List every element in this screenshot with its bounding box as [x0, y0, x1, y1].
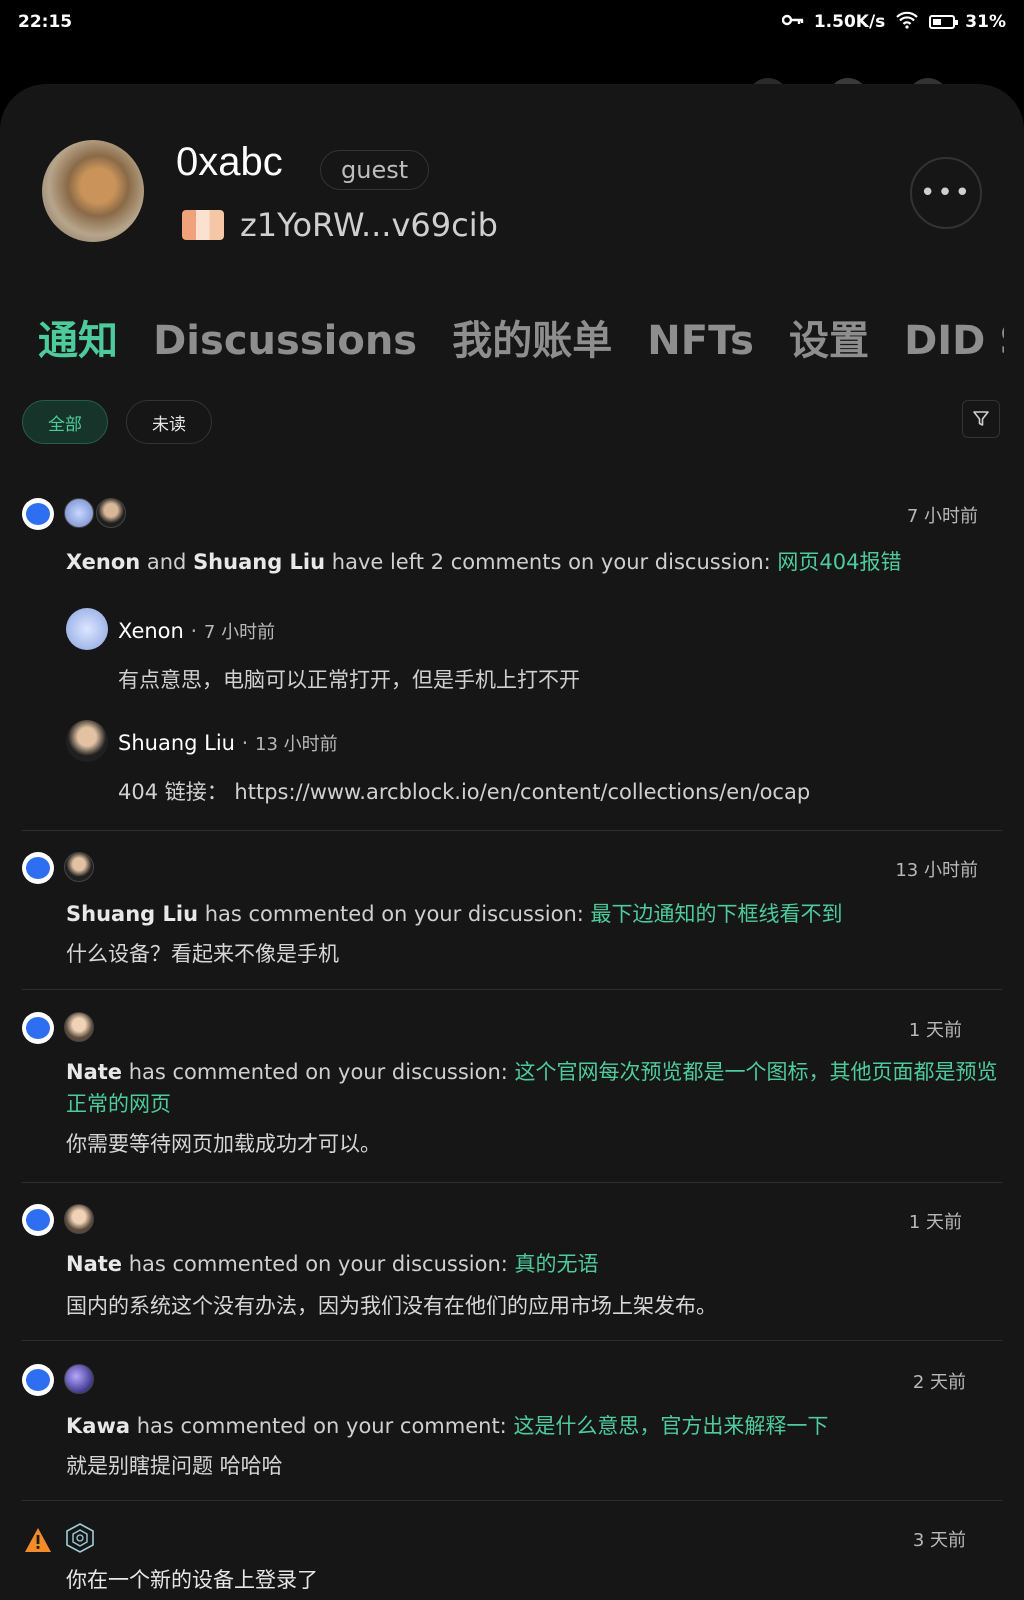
user-avatar[interactable] [42, 140, 144, 242]
notification-message: Kawa has commented on your comment: 这是什么… [66, 1414, 829, 1438]
tab-nfts[interactable]: NFTs [647, 318, 754, 364]
avatar [96, 498, 126, 528]
notification-item[interactable]: 1 天前 Nate has commented on your discussi… [22, 1004, 1002, 1183]
timestamp: 2 天前 [912, 1372, 966, 1393]
profile-tabs: 通知 Discussions 我的账单 NFTs 设置 DID Spa [38, 308, 1004, 366]
comment-link[interactable]: 这是什么意思，官方出来解释一下 [513, 1414, 828, 1438]
timestamp: 1 天前 [908, 1212, 962, 1233]
tab-notifications[interactable]: 通知 [38, 308, 118, 366]
notification-message-cont: 正常的网页 [66, 1092, 171, 1116]
comment-bubble-icon [22, 498, 54, 530]
filter-all-chip[interactable]: 全部 [22, 400, 108, 444]
notification-message: Xenon and Shuang Liu have left 2 comment… [66, 550, 902, 574]
notification-item[interactable]: 3 天前 你在一个新的设备上登录了 [22, 1522, 1002, 1600]
notification-item[interactable]: 1 天前 Nate has commented on your discussi… [22, 1196, 1002, 1341]
comment-bubble-icon [22, 1012, 54, 1044]
key-icon [781, 12, 804, 32]
battery-level: 31% [965, 12, 1006, 32]
discussion-link[interactable]: 最下边通知的下框线看不到 [591, 902, 843, 926]
did-address[interactable]: z1YoRW...v69cib [240, 206, 498, 244]
avatar [64, 1204, 94, 1234]
filter-unread-chip[interactable]: 未读 [126, 400, 212, 444]
battery-icon [929, 15, 959, 29]
comment-text: 就是别瞎提问题 哈哈哈 [66, 1454, 283, 1478]
tab-billing[interactable]: 我的账单 [452, 308, 612, 366]
timestamp: 13 小时前 [895, 860, 978, 881]
wifi-icon [895, 11, 919, 34]
reply-header: Xenon · 7 小时前 [118, 619, 276, 643]
clock: 22:15 [18, 12, 73, 32]
divider [22, 1500, 1002, 1501]
divider [22, 1340, 1002, 1341]
filter-button[interactable] [962, 400, 1000, 438]
comment-text: 国内的系统这个没有办法，因为我们没有在他们的应用市场上架发布。 [66, 1294, 717, 1318]
discussion-link[interactable]: 这个官网每次预览都是一个图标，其他页面都是预览 [515, 1060, 998, 1084]
avatar [64, 1012, 94, 1042]
system-logo-icon [64, 1522, 96, 1558]
role-badge: guest [320, 150, 430, 190]
avatar [64, 852, 94, 882]
timestamp: 7 小时前 [906, 506, 978, 527]
notification-item[interactable]: 7 小时前 Xenon and Shuang Liu have left 2 c… [22, 490, 1002, 831]
discussion-link[interactable]: 网页404报错 [777, 550, 901, 574]
tab-discussions[interactable]: Discussions [153, 318, 417, 364]
notification-message: Nate has commented on your discussion: 这… [66, 1060, 998, 1084]
notification-message: Nate has commented on your discussion: 真… [66, 1252, 599, 1276]
reply-avatar [66, 608, 108, 650]
notification-item[interactable]: 2 天前 Kawa has commented on your comment:… [22, 1360, 1002, 1501]
status-icons: 1.50K/s 31% [781, 11, 1006, 34]
funnel-icon [973, 411, 989, 426]
timestamp: 1 天前 [908, 1020, 962, 1041]
comment-bubble-icon [22, 852, 54, 884]
reply-text: 404 链接： https://www.arcblock.io/en/conte… [118, 780, 811, 804]
comment-text: 你需要等待网页加载成功才可以。 [66, 1132, 381, 1156]
notification-message: 你在一个新的设备上登录了 [66, 1568, 318, 1592]
reply-text: 有点意思，电脑可以正常打开，但是手机上打不开 [118, 668, 580, 692]
avatar [64, 1364, 94, 1394]
network-speed: 1.50K/s [813, 12, 886, 32]
username: 0xabc [176, 140, 283, 184]
divider [22, 1182, 1002, 1183]
timestamp: 3 天前 [912, 1530, 966, 1551]
avatar [64, 498, 94, 528]
notification-message: Shuang Liu has commented on your discuss… [66, 902, 843, 926]
tab-did-spaces[interactable]: DID Spa [904, 318, 1004, 364]
comment-bubble-icon [22, 1204, 54, 1236]
divider [22, 989, 1002, 990]
comment-bubble-icon [22, 1364, 54, 1396]
reply-avatar [66, 720, 108, 762]
comment-text: 什么设备？看起来不像是手机 [66, 942, 339, 966]
tab-settings[interactable]: 设置 [789, 308, 869, 366]
reply-header: Shuang Liu · 13 小时前 [118, 731, 338, 755]
divider [22, 830, 1002, 831]
more-options-button[interactable]: ••• [910, 157, 982, 229]
did-avatar-icon [182, 210, 224, 240]
warning-icon [22, 1524, 54, 1556]
status-bar: 22:15 1.50K/s 31% [0, 0, 1024, 44]
notification-item[interactable]: 13 小时前 Shuang Liu has commented on your … [22, 846, 1002, 990]
discussion-link[interactable]: 真的无语 [515, 1252, 599, 1276]
